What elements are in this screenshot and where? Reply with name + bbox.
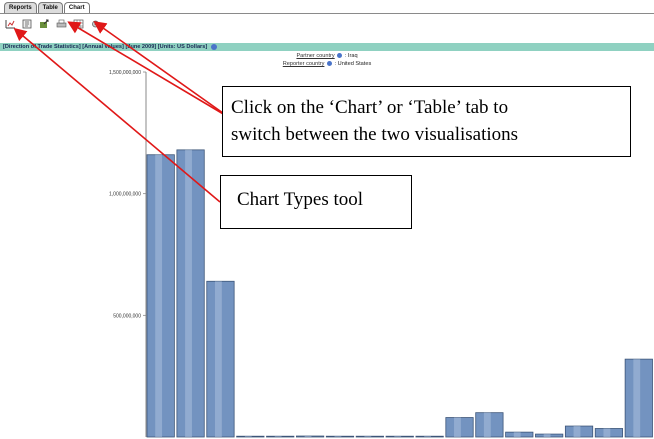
chart-bar-highlight (633, 359, 641, 437)
chart-bar-highlight (513, 432, 521, 437)
y-tick-label: 1,000,000,000 (109, 192, 141, 198)
chart-bar-highlight (214, 281, 222, 437)
chart-bar-highlight (304, 436, 312, 437)
callout-tabs-line-2: switch between the two visualisations (231, 124, 519, 145)
callout-tool-text: Chart Types tool (237, 189, 364, 210)
y-tick-label: 1,500,000,000 (109, 70, 141, 76)
chart-bar-highlight (394, 436, 402, 437)
chart-bar-highlight (364, 436, 372, 437)
chart-bar-highlight (543, 434, 551, 437)
chart-bar-highlight (185, 149, 192, 437)
chart-bar-highlight (603, 428, 611, 437)
chart-bar-highlight (334, 436, 342, 437)
chart-bar-highlight (155, 154, 163, 437)
chart-bar-highlight (573, 426, 581, 437)
chart-bar-highlight (274, 436, 282, 437)
chart-bar-highlight (454, 417, 461, 437)
chart-bar-highlight (424, 436, 432, 437)
callout-tabs-instruction: Click on the ‘Chart’ or ‘Table’ tab to s… (222, 86, 631, 157)
chart-bar-highlight (244, 436, 252, 437)
chart-bar-highlight (483, 412, 491, 437)
callout-tabs-line-1: Click on the ‘Chart’ or ‘Table’ tab to (231, 97, 509, 118)
y-tick-label: 500,000,000 (113, 313, 141, 319)
callout-chart-types-tool: Chart Types tool (220, 175, 412, 229)
